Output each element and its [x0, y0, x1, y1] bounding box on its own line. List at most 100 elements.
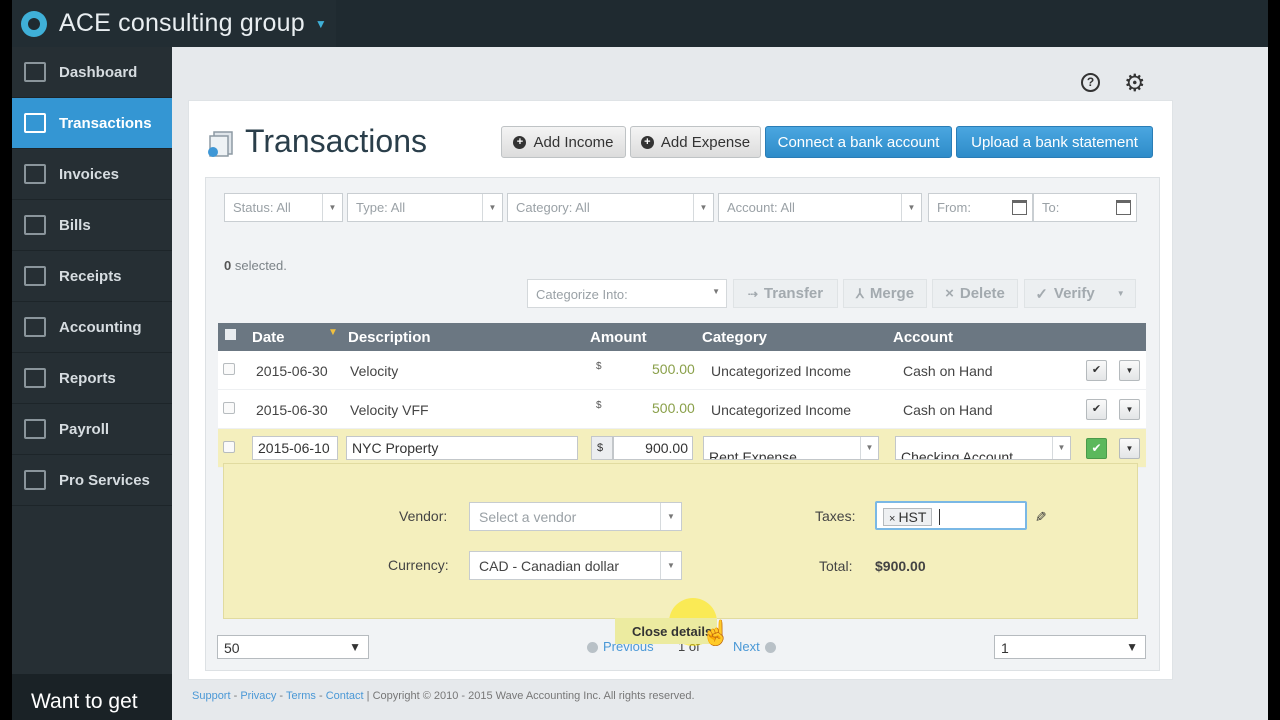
row-amount: 500.00 [652, 361, 695, 377]
row-account: Cash on Hand [903, 363, 993, 379]
upload-statement-button[interactable]: Upload a bank statement [956, 126, 1153, 158]
sidebar-item-reports[interactable]: Reports [12, 353, 172, 404]
transactions-page-icon [208, 131, 233, 157]
calendar-icon[interactable] [1012, 200, 1027, 215]
sidebar-item-transactions[interactable]: Transactions [12, 98, 172, 149]
chevron-down-icon: ▼ [482, 194, 502, 221]
top-bar: ACE consulting group ▼ [12, 0, 1268, 47]
promo-text[interactable]: Want to get [12, 674, 172, 720]
status-filter[interactable]: Status: All ▼ [224, 193, 343, 222]
plus-icon: + [513, 135, 527, 149]
remove-tag-icon[interactable]: × [889, 513, 895, 525]
category-select[interactable]: Rent Expense ▼ [703, 436, 879, 460]
amount-column-header[interactable]: Amount [590, 329, 647, 346]
receipt-icon [24, 266, 46, 286]
row-account: Cash on Hand [903, 402, 993, 418]
contact-link[interactable]: Contact [326, 690, 364, 702]
total-value: $900.00 [875, 558, 926, 574]
plus-icon: + [640, 135, 654, 149]
sidebar-item-pro-services[interactable]: Pro Services [12, 455, 172, 506]
triangle-down-icon: ▼ [1126, 640, 1138, 654]
chevron-down-icon: ▼ [1052, 437, 1070, 459]
help-icon[interactable]: ? [1081, 73, 1100, 92]
triangle-down-icon: ▼ [349, 640, 361, 654]
transfer-button[interactable]: ⇢ Transfer [733, 279, 838, 308]
next-page-link[interactable]: Next [733, 639, 781, 654]
date-column-header[interactable]: Date [252, 329, 285, 346]
currency-select[interactable]: CAD - Canadian dollar ▼ [469, 551, 682, 580]
tax-tag[interactable]: × HST [883, 508, 933, 526]
verify-check-icon[interactable]: ✔ [1086, 399, 1107, 420]
business-switcher[interactable]: ACE consulting group ▼ [12, 0, 336, 47]
chevron-down-icon: ▼ [1116, 289, 1125, 298]
total-label: Total: [819, 558, 853, 574]
account-column-header[interactable]: Account [893, 329, 953, 346]
row-description: Velocity VFF [350, 402, 429, 418]
privacy-link[interactable]: Privacy [240, 690, 276, 702]
delete-button[interactable]: × Delete [932, 279, 1018, 308]
row-checkbox[interactable] [223, 441, 235, 453]
chevron-down-icon: ▼ [693, 194, 713, 221]
verify-check-icon[interactable]: ✔ [1086, 360, 1107, 381]
currency-label: Currency: [388, 557, 449, 573]
currency-symbol: $ [596, 361, 602, 372]
sidebar-item-accounting[interactable]: Accounting [12, 302, 172, 353]
calendar-icon[interactable] [1116, 200, 1131, 215]
support-link[interactable]: Support [192, 690, 231, 702]
sidebar-item-bills[interactable]: Bills [12, 200, 172, 251]
row-menu-chevron-down-icon[interactable]: ▼ [1119, 399, 1140, 420]
row-checkbox[interactable] [223, 363, 235, 375]
terms-link[interactable]: Terms [286, 690, 316, 702]
wave-logo-icon [21, 10, 47, 37]
category-column-header[interactable]: Category [702, 329, 767, 346]
merge-button[interactable]: ⅄ Merge [843, 279, 927, 308]
verify-button[interactable]: ✓ Verify ▼ [1024, 279, 1136, 308]
row-checkbox[interactable] [223, 402, 235, 414]
row-category: Uncategorized Income [711, 363, 852, 379]
text-cursor [939, 509, 940, 525]
business-name: ACE consulting group [59, 9, 305, 37]
vendor-select[interactable]: Select a vendor ▼ [469, 502, 682, 531]
description-column-header[interactable]: Description [348, 329, 431, 346]
gear-icon[interactable]: ⚙ [1124, 69, 1146, 98]
sidebar-item-invoices[interactable]: Invoices [12, 149, 172, 200]
sidebar-item-payroll[interactable]: Payroll [12, 404, 172, 455]
taxes-input[interactable]: × HST [875, 501, 1027, 530]
page-number-select[interactable]: 1 ▼ [994, 635, 1146, 659]
hand-cursor-icon: ☝ [701, 620, 732, 648]
select-all-checkbox[interactable] [225, 329, 236, 340]
connect-bank-button[interactable]: Connect a bank account [765, 126, 952, 158]
sidebar-item-receipts[interactable]: Receipts [12, 251, 172, 302]
account-select[interactable]: Checking Account ▼ [895, 436, 1071, 460]
pencil-icon[interactable]: ✎ [1031, 511, 1048, 523]
save-check-icon[interactable]: ✔ [1086, 438, 1107, 459]
page-size-select[interactable]: 50 ▼ [217, 635, 369, 659]
accounting-icon [24, 317, 46, 337]
row-menu-chevron-down-icon[interactable]: ▼ [1119, 360, 1140, 381]
caret-down-icon: ▼ [314, 16, 327, 31]
sidebar-item-dashboard[interactable]: Dashboard [12, 47, 172, 98]
add-income-button[interactable]: + Add Income [501, 126, 626, 158]
account-filter[interactable]: Account: All ▼ [718, 193, 922, 222]
transfer-icon: ⇢ [747, 286, 758, 301]
add-expense-button[interactable]: + Add Expense [630, 126, 761, 158]
date-input[interactable]: 2015-06-10 [252, 436, 338, 460]
row-menu-chevron-down-icon[interactable]: ▼ [1119, 438, 1140, 459]
table-row[interactable]: 2015-06-30 Velocity $ 500.00 Uncategoriz… [218, 351, 1146, 390]
description-input[interactable]: NYC Property [346, 436, 578, 460]
sidebar: Dashboard Transactions Invoices Bills Re… [12, 47, 172, 720]
currency-symbol: $ [591, 436, 613, 460]
chevron-down-icon: ▼ [660, 503, 681, 530]
next-icon [764, 642, 776, 654]
type-filter[interactable]: Type: All ▼ [347, 193, 503, 222]
categorize-into-select[interactable]: Categorize Into: ▼ [527, 279, 727, 308]
chevron-down-icon: ▼ [901, 194, 921, 221]
to-date-input[interactable]: To: [1033, 193, 1137, 222]
from-date-input[interactable]: From: [928, 193, 1033, 222]
table-row[interactable]: 2015-06-30 Velocity VFF $ 500.00 Uncateg… [218, 390, 1146, 429]
footer: Support - Privacy - Terms - Contact | Co… [192, 690, 695, 702]
amount-input[interactable]: 900.00 [613, 436, 693, 460]
category-filter[interactable]: Category: All ▼ [507, 193, 714, 222]
row-description: Velocity [350, 363, 399, 379]
chevron-down-icon: ▼ [322, 194, 342, 221]
